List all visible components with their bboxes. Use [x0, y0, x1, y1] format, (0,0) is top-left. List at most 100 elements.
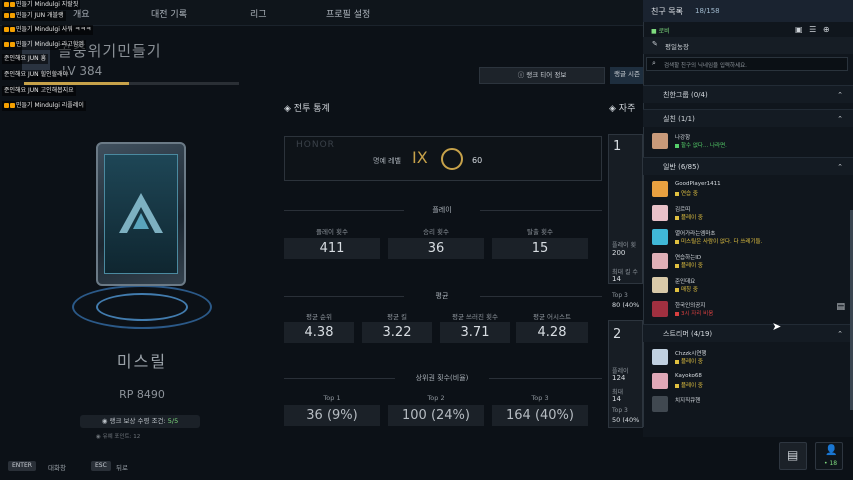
play-section-title: 플레이	[404, 205, 480, 215]
honor-level-numeral: IX	[412, 148, 428, 167]
avg-kill-value: 3.22	[362, 322, 432, 343]
group-header-real-friends[interactable]: 실친 (1/1) ⌃	[643, 109, 853, 127]
reward-progress: 5/5	[167, 417, 179, 425]
tab-match-history[interactable]: 대전 기록	[151, 7, 187, 20]
avatar	[652, 205, 668, 221]
xp-bar-fill	[24, 82, 130, 85]
group-header-close-friends[interactable]: 친한그룹 (0/4) ⌃	[643, 85, 853, 103]
group-header-general[interactable]: 일반 (6/85) ⌃	[643, 157, 853, 175]
friend-item[interactable]: 준인데요 매칭 중	[643, 276, 853, 294]
chevron-up-icon[interactable]: ⌃	[837, 86, 843, 104]
rank-card-art	[104, 154, 178, 274]
rank-reward-condition: ◉ 랭크 보상 수령 조건: 5/5	[80, 415, 200, 428]
status-message-row[interactable]: ✎ 평일농장	[643, 37, 853, 54]
friend-item[interactable]: 멸어가라는엠마초 미스릴은 사람이 없다. 다 쓰레기들.	[643, 228, 853, 246]
friend-search-input[interactable]: ⌕ 검색할 친구의 닉네임을 입력하세요.	[646, 57, 848, 71]
friend-item[interactable]: 치지직큐헨	[643, 395, 853, 413]
chat-line: 민들기 JUN 개블랭	[2, 11, 66, 21]
friends-title: 친구 목록	[651, 7, 683, 16]
avatar	[652, 253, 668, 269]
info-icon: ◉	[101, 417, 108, 425]
back-hint-label[interactable]: 뒤로	[116, 462, 128, 472]
chevron-up-icon[interactable]: ⌃	[837, 110, 843, 128]
notice-button[interactable]: ▤	[779, 442, 807, 470]
honor-badge-icon	[441, 148, 463, 170]
friend-item[interactable]: 나강항 할수 없다... 나라면.	[643, 132, 853, 150]
rank-points: RP 8490	[119, 388, 165, 401]
tab-profile-settings[interactable]: 프로필 설정	[326, 7, 370, 20]
chat-line: 민들기 Mindulgi 사워 ㅋㅋㅋ	[2, 25, 94, 35]
friends-count: 18/158	[695, 7, 720, 15]
friend-list: 친한그룹 (0/4) ⌃ 실친 (1/1) ⌃ 나강항 할수 없다... 나라면. …	[643, 85, 853, 437]
win-count-label: 승리 횟수	[423, 228, 449, 236]
avg-downed-value: 3.71	[440, 322, 510, 343]
friends-toggle-button[interactable]: 👤 • 18	[815, 442, 843, 470]
honor-level-label: 명예 레벨	[373, 157, 401, 165]
chevron-up-icon[interactable]: ⌃	[837, 158, 843, 176]
rank-pedestal-inner-ring	[96, 293, 188, 321]
top1-label: Top 1	[323, 394, 341, 402]
friend-item[interactable]: Kayoko68 플레이 중	[643, 372, 853, 390]
friend-item[interactable]: 한국인의공지 3시 자리 비움 ▤	[643, 300, 853, 318]
friend-item[interactable]: Chzzk시연행 플레이 중	[643, 348, 853, 366]
avatar	[652, 373, 668, 389]
edit-icon: ✎	[652, 40, 658, 48]
tab-league[interactable]: 리그	[250, 7, 267, 20]
person-icon: 👤	[825, 445, 838, 456]
mouse-cursor-icon: ➤	[772, 320, 782, 333]
win-count-value: 36	[388, 238, 484, 259]
chat-line: 준인해요 JUN 힐인할래야	[2, 70, 71, 80]
frequent-card-1[interactable]: 1 플레이 횟 200 최대 킬 수 14	[608, 134, 643, 284]
my-status[interactable]: ■ 로비	[651, 26, 670, 35]
avg-rank-label: 평균 순위	[306, 313, 332, 321]
frequent-card-2[interactable]: 2 플레이 124 최대 14 Top 3 50 (40%	[608, 320, 643, 428]
avatar	[652, 277, 668, 293]
battle-stats-title: ◈ 전투 통계	[284, 104, 330, 114]
menu-icon[interactable]: ▤	[836, 302, 845, 312]
escape-count-value: 15	[492, 238, 588, 259]
friend-box-icon[interactable]: ▣	[795, 25, 803, 34]
chat-line: 준인해요 JUN 흥	[2, 54, 49, 64]
frequent-card-1-top3-label: Top 3	[612, 292, 628, 299]
panel-footer	[643, 427, 853, 437]
chat-hint-label: 대화창	[48, 464, 66, 472]
honor-bg-text: HONOR	[296, 140, 335, 150]
esc-key-hint: ESC	[91, 461, 111, 471]
honor-value: 60	[472, 156, 483, 165]
avatar	[652, 349, 668, 365]
avg-rank-value: 4.38	[284, 322, 354, 343]
play-count-value: 411	[284, 238, 380, 259]
friend-item[interactable]: 김르띠 플레이 중	[643, 204, 853, 222]
rank-name: 미스릴	[116, 352, 168, 371]
avatar	[652, 181, 668, 197]
top1-value: 36 (9%)	[284, 405, 380, 426]
document-icon: ▤	[787, 448, 799, 462]
avg-assist-label: 평균 어시스트	[533, 313, 571, 321]
group-header-streamers[interactable]: 스트리머 (4/19) ⌃	[643, 324, 853, 342]
top2-value: 100 (24%)	[388, 405, 484, 426]
top3-label: Top 3	[531, 394, 549, 402]
avatar	[652, 396, 668, 412]
avg-assist-value: 4.28	[516, 322, 588, 343]
online-count: • 18	[824, 460, 838, 467]
friend-list-icon[interactable]: ☰	[809, 25, 816, 34]
rank-season-button[interactable]: 랭글 시즌	[610, 67, 643, 84]
top-section-title: 상위권 횟수(비율)	[395, 373, 489, 383]
friends-panel-header: 친구 목록 18/158	[643, 0, 853, 22]
friend-item[interactable]: 연습하는ID 플레이 중	[643, 252, 853, 270]
add-friend-icon[interactable]: ⊕	[823, 25, 830, 34]
chevron-up-icon[interactable]: ⌃	[837, 325, 843, 343]
top-nav: 개요 대전 기록 리그 프로필 설정	[0, 0, 643, 26]
escape-count-label: 탈출 횟수	[527, 228, 553, 236]
top3-value: 164 (40%)	[492, 405, 588, 426]
avatar	[652, 301, 668, 317]
search-icon: ⌕	[652, 59, 656, 67]
rank-tier-info-button[interactable]: ⓘ 랭크 티어 정보	[479, 67, 605, 84]
avatar	[652, 229, 668, 245]
chat-line: 준인해요 JUN 고인해봅지요	[2, 86, 76, 96]
friend-item[interactable]: GoodPlayer1411 연습 중	[643, 180, 853, 198]
chat-line: 민들기 Mindulgi 리플레이	[2, 101, 86, 111]
avg-downed-label: 평균 쓰러진 횟수	[452, 313, 498, 321]
status-message: 평일농장	[665, 43, 689, 51]
avg-kill-label: 평균 킬	[386, 313, 407, 321]
